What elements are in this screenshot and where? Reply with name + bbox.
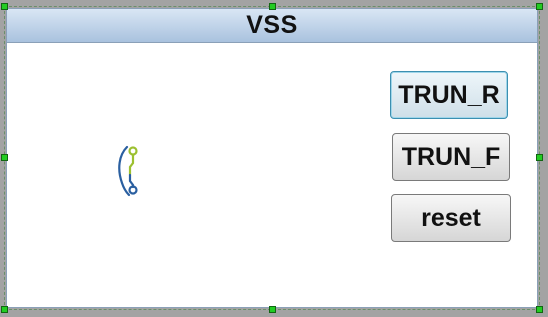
design-canvas: VSS TRUN_R TRUN_F reset	[0, 0, 548, 317]
resize-handle-icon[interactable]	[269, 306, 276, 313]
panel-title: VSS	[246, 11, 298, 39]
turn-r-button[interactable]: TRUN_R	[390, 71, 508, 119]
panel-title-bar: VSS	[7, 9, 537, 43]
resize-handle-icon[interactable]	[536, 3, 543, 10]
vss-panel[interactable]: VSS TRUN_R TRUN_F reset	[6, 8, 538, 308]
reset-button[interactable]: reset	[391, 194, 511, 242]
resize-handle-icon[interactable]	[1, 3, 8, 10]
resize-handle-icon[interactable]	[536, 306, 543, 313]
turn-f-button[interactable]: TRUN_F	[392, 133, 510, 181]
resize-handle-icon[interactable]	[536, 154, 543, 161]
resize-handle-icon[interactable]	[1, 154, 8, 161]
circuit-logo-icon	[118, 145, 138, 197]
resize-handle-icon[interactable]	[1, 306, 8, 313]
resize-handle-icon[interactable]	[269, 3, 276, 10]
